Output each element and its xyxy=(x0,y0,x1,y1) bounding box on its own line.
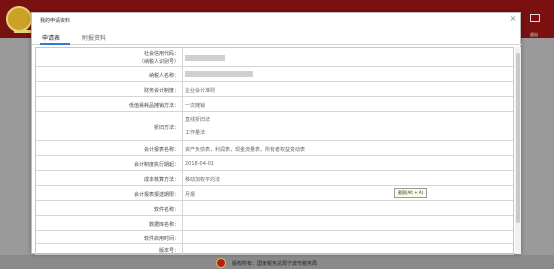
application-form-table: 社会信用代码： （纳税人识别号） 纳税人名称： 财务会计制度： 企业会计准则 低… xyxy=(35,47,514,255)
table-row: 版本号： xyxy=(36,244,513,255)
tab-bar: 申请表 附报资料 xyxy=(32,31,522,45)
tax-emblem-logo xyxy=(6,6,32,32)
field-label: 数据库名称： xyxy=(36,216,183,230)
redacted-value xyxy=(185,55,225,61)
redacted-value xyxy=(185,71,253,77)
field-label: 会计报表报送期限： xyxy=(36,186,183,200)
field-label: 会计报表名称： xyxy=(36,141,183,155)
table-row: 数据库名称： xyxy=(36,216,513,231)
screenshot-tooltip: 截图(Alt + A) xyxy=(394,188,428,198)
application-dialog: 我的申请资料 × 申请表 附报资料 社会信用代码： （纳税人识别号） 纳税人名称… xyxy=(31,12,522,255)
tab-application-form[interactable]: 申请表 xyxy=(42,33,60,42)
field-label: 会计制度执行期起： xyxy=(36,156,183,170)
scrollbar-thumb[interactable] xyxy=(516,53,520,223)
exit-icon[interactable] xyxy=(528,14,542,26)
table-row: 纳税人名称： xyxy=(36,67,513,82)
field-label: 财务会计制度： xyxy=(36,82,183,96)
field-label: 社会信用代码： （纳税人识别号） xyxy=(36,48,183,66)
field-label: 软件启用时间： xyxy=(36,231,183,243)
logo-caption xyxy=(14,30,32,33)
table-row: 折旧方法： 直线折旧法 工作量法 xyxy=(36,112,513,141)
footer-copyright: 版权所有：国家税务总局宁波市税务局 xyxy=(232,261,318,267)
table-row: 会计报表报送期限： 月报 xyxy=(36,186,513,201)
active-tab-indicator xyxy=(40,43,70,45)
table-row: 会计报表名称： 资产负债表，利润表，现金流量表，所有者权益变动表 xyxy=(36,141,513,156)
table-row: 社会信用代码： （纳税人识别号） xyxy=(36,48,513,67)
field-label: 版本号： xyxy=(36,244,183,255)
field-label: 低值易耗品摊销方法： xyxy=(36,97,183,111)
field-label: 软件名称： xyxy=(36,201,183,215)
tab-attachments[interactable]: 附报资料 xyxy=(82,33,106,42)
close-icon[interactable]: × xyxy=(509,15,517,23)
field-label: 纳税人名称： xyxy=(36,67,183,81)
table-row: 成本核算方法： 移动加权平均法 xyxy=(36,171,513,186)
field-label: 成本核算方法： xyxy=(36,171,183,185)
table-row: 软件名称： xyxy=(36,201,513,216)
table-row: 软件启用时间： xyxy=(36,231,513,244)
dialog-title: 我的申请资料 xyxy=(40,18,71,24)
footer-emblem-icon xyxy=(216,258,226,268)
table-row: 财务会计制度： 企业会计准则 xyxy=(36,82,513,97)
table-row: 低值易耗品摊销方法： 一次摊销 xyxy=(36,97,513,112)
field-label: 折旧方法： xyxy=(36,112,183,140)
table-row: 会计制度执行期起： 2018-04-01 xyxy=(36,156,513,171)
